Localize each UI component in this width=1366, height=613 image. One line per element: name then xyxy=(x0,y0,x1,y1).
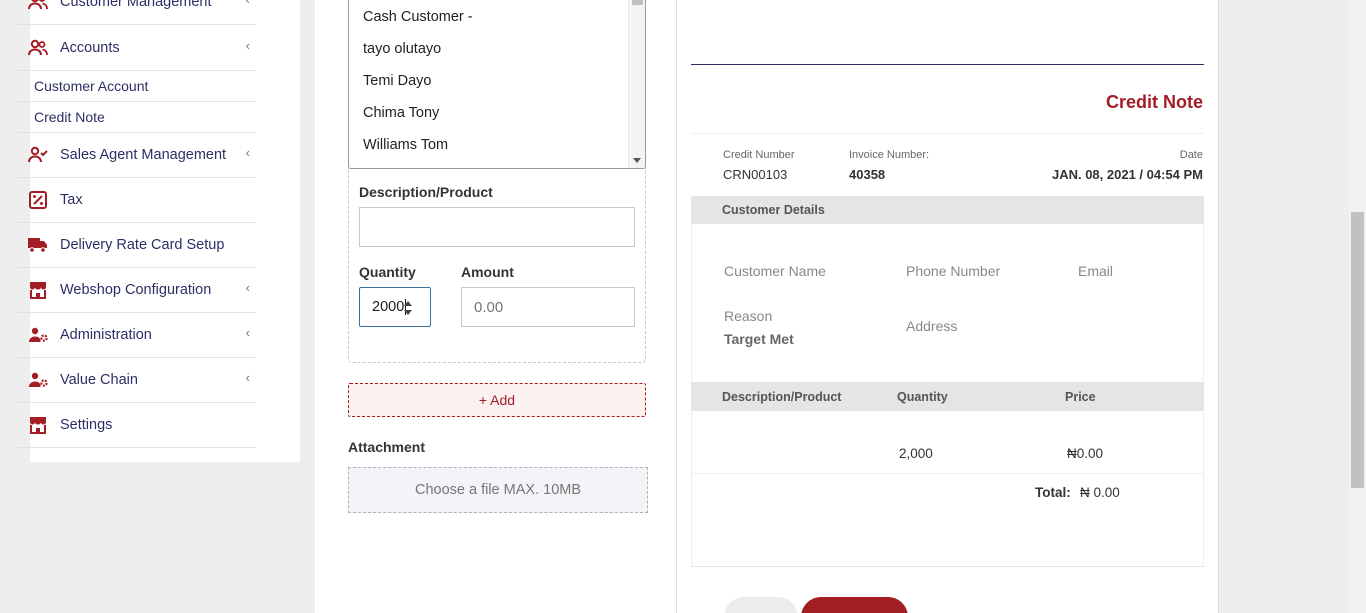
quantity-label: Quantity xyxy=(359,264,416,280)
spinner-arrows-icon[interactable] xyxy=(404,301,414,315)
user-check-icon xyxy=(28,145,48,165)
items-table-body xyxy=(691,411,1204,567)
address-label: Address xyxy=(906,318,958,334)
attachment-label: Attachment xyxy=(348,439,426,455)
reason-value: Target Met xyxy=(724,331,794,347)
customer-details-section xyxy=(691,224,1204,382)
dropdown-scroll-thumb[interactable] xyxy=(632,0,643,5)
user-gear-icon xyxy=(28,325,48,345)
add-item-button[interactable]: + Add xyxy=(348,383,646,417)
chevron-left-icon: ‹ xyxy=(245,145,250,160)
users-icon xyxy=(28,38,48,58)
users-icon xyxy=(28,0,48,12)
row-quantity: 2,000 xyxy=(899,446,933,461)
phone-number-label: Phone Number xyxy=(906,263,1001,279)
sidebar-item-label: Settings xyxy=(60,417,113,433)
sidebar-item-sales-agent-management[interactable]: Sales Agent Management ‹ xyxy=(14,133,256,178)
customer-option[interactable]: Temi Dayo xyxy=(363,73,432,89)
amount-label: Amount xyxy=(461,264,514,280)
store-icon xyxy=(28,280,48,300)
percent-icon xyxy=(28,190,48,210)
divider xyxy=(691,64,1204,65)
sidebar-subitem-customer-account[interactable]: Customer Account xyxy=(14,71,256,102)
sidebar-item-delivery-rate-card-setup[interactable]: Delivery Rate Card Setup xyxy=(14,223,256,268)
sidebar-item-label: Webshop Configuration xyxy=(60,282,212,298)
store-icon xyxy=(28,415,48,435)
column-header-description: Description/Product xyxy=(722,390,842,404)
column-header-price: Price xyxy=(1065,390,1096,404)
submit-button[interactable] xyxy=(801,597,908,613)
dropdown-scrollbar[interactable] xyxy=(628,0,645,168)
amount-input[interactable] xyxy=(461,287,635,327)
sidebar-item-label: Customer Management xyxy=(60,0,212,10)
customer-details-title: Customer Details xyxy=(722,203,825,217)
sidebar-item-label: Delivery Rate Card Setup xyxy=(60,237,225,253)
customer-option[interactable]: Williams Tom xyxy=(363,137,448,153)
email-label: Email xyxy=(1078,263,1114,279)
credit-number-label: Credit Number xyxy=(723,149,795,161)
reason-label: Reason xyxy=(724,308,773,324)
customer-dropdown-list[interactable]: Cash Customer - tayo olutayo Temi Dayo C… xyxy=(348,0,646,169)
scroll-down-arrow-icon[interactable] xyxy=(633,158,641,163)
sidebar-item-label: Tax xyxy=(60,192,83,208)
quantity-value: 2000 xyxy=(372,299,405,315)
page-scroll-thumb[interactable] xyxy=(1351,212,1364,488)
sidebar-item-accounts[interactable]: Accounts ‹ xyxy=(14,26,256,71)
customer-option[interactable]: Cash Customer - xyxy=(363,9,473,25)
document-title: Credit Note xyxy=(1105,92,1203,112)
sidebar-item-settings[interactable]: Settings xyxy=(14,403,256,448)
sidebar-item-webshop-configuration[interactable]: Webshop Configuration ‹ xyxy=(14,268,256,313)
date-value: JAN. 08, 2021 / 04:54 PM xyxy=(1051,167,1203,182)
divider xyxy=(691,133,1204,134)
page-scrollbar[interactable] xyxy=(1349,0,1366,613)
chevron-left-icon: ‹ xyxy=(245,370,250,385)
date-label: Date xyxy=(1179,149,1203,161)
chevron-left-icon: ‹ xyxy=(245,325,250,340)
invoice-number-label: Invoice Number: xyxy=(849,149,930,161)
credit-number-value: CRN00103 xyxy=(723,167,788,182)
customer-option[interactable]: Chima Tony xyxy=(363,105,439,121)
sidebar-item-label: Administration xyxy=(60,327,152,343)
cancel-button[interactable] xyxy=(724,597,798,613)
sidebar-item-administration[interactable]: Administration ‹ xyxy=(14,313,256,358)
customer-option[interactable]: tayo olutayo xyxy=(363,41,441,57)
chevron-left-icon: ‹ xyxy=(245,280,250,295)
description-input[interactable] xyxy=(359,207,635,247)
chevron-left-icon: ‹ xyxy=(245,38,250,53)
row-price: ₦0.00 xyxy=(1067,446,1104,461)
total-value: ₦ 0.00 xyxy=(1080,485,1120,500)
truck-icon xyxy=(28,235,48,255)
sidebar-item-value-chain[interactable]: Value Chain ‹ xyxy=(14,358,256,403)
sidebar-item-customer-management[interactable]: Customer Management ‹ xyxy=(14,0,256,25)
user-gear-icon xyxy=(28,370,48,390)
sidebar-item-label: Value Chain xyxy=(60,372,138,388)
sidebar-item-label: Accounts xyxy=(60,40,120,56)
chevron-left-icon: ‹ xyxy=(246,0,250,6)
sidebar-subitem-credit-note[interactable]: Credit Note xyxy=(14,102,256,133)
sidebar-item-tax[interactable]: Tax xyxy=(14,178,256,223)
divider xyxy=(691,473,1204,474)
description-label: Description/Product xyxy=(359,184,493,200)
sidebar-item-label: Sales Agent Management xyxy=(60,147,227,163)
customer-name-label: Customer Name xyxy=(724,263,826,279)
quantity-stepper[interactable]: 2000 xyxy=(359,287,431,327)
column-header-quantity: Quantity xyxy=(897,390,948,404)
invoice-number-value: 40358 xyxy=(849,167,886,182)
total-label: Total: xyxy=(1035,485,1071,500)
file-upload-dropzone[interactable]: Choose a file MAX. 10MB xyxy=(348,467,648,513)
